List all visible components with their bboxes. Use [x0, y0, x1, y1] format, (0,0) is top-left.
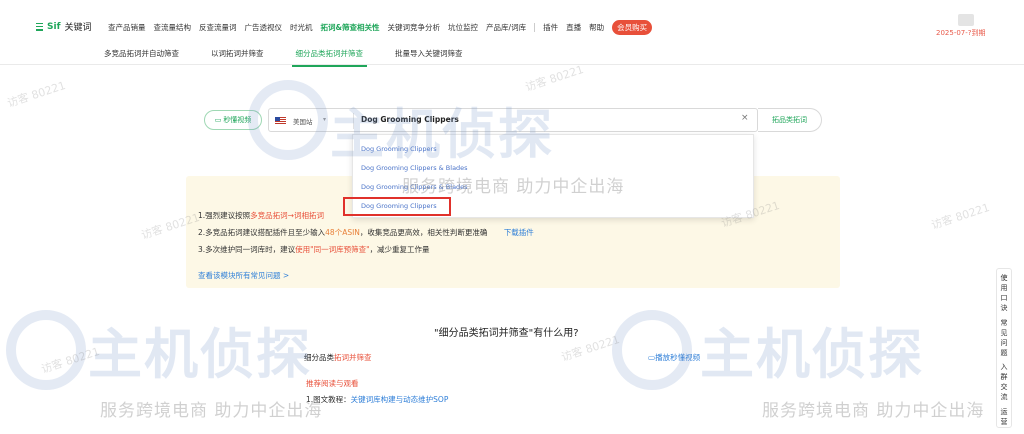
sop-prefix: 1.图文教程： — [306, 395, 351, 404]
search-box: 美国站 ▾ Dog Grooming Clippers × — [268, 108, 758, 132]
side-char: 使 — [1000, 274, 1008, 282]
nav-item-reverse-keywords[interactable]: 反查流量词 — [199, 22, 237, 33]
watermark-logo: 主机侦探 — [88, 323, 312, 386]
tip-2-highlight: 48个ASIN — [325, 228, 360, 237]
nav-item-live[interactable]: 直播 — [566, 22, 581, 33]
selection-highlight-box — [343, 197, 451, 216]
watermark-visitor: 访客 80221 — [929, 200, 992, 233]
nav-item-plugin[interactable]: 插件 — [543, 22, 558, 33]
suggestion-item[interactable]: Dog Grooming Clippers & Blades — [361, 164, 468, 172]
nav-item-traffic-structure[interactable]: 查流量结构 — [154, 22, 192, 33]
watermark-slogan: 服务跨境电商 助力中企出海 — [100, 401, 323, 421]
side-char: 流 — [1000, 393, 1008, 402]
nav-item-library[interactable]: 产品库/词库 — [486, 22, 526, 33]
nav-item-slot-monitor[interactable]: 坑位监控 — [448, 22, 478, 33]
user-menu[interactable]: 2025-07-?到期 — [936, 14, 996, 40]
side-char: 运 — [1000, 408, 1008, 417]
watermark-emblem — [6, 310, 86, 390]
side-char: 用 — [1000, 284, 1008, 292]
watermark-slogan: 服务跨境电商 助力中企出海 — [762, 401, 985, 421]
watermark-visitor: 访客 80221 — [523, 62, 586, 95]
app-logo[interactable]: Sif 关键词 — [36, 20, 92, 33]
feature-text-b: 拓词并筛查 — [334, 353, 372, 362]
category-expand-button[interactable]: 拓品类拓词 — [758, 108, 822, 132]
suggestion-item[interactable]: Dog Grooming Clippers — [361, 145, 437, 153]
watermark-logo: 主机侦探 — [700, 323, 924, 386]
chevron-down-icon[interactable]: ▾ — [323, 116, 326, 123]
nav-item-competition[interactable]: 关键词竞争分析 — [388, 22, 441, 33]
search-divider — [353, 113, 354, 129]
video-button-label: 秒懂视频 — [223, 116, 252, 124]
menu-icon — [36, 22, 43, 31]
nav-item-product-sales[interactable]: 查产品销量 — [108, 22, 146, 33]
tip-3-text-end: ，减少重复工作量 — [369, 245, 430, 254]
nav-item-keyword-expansion[interactable]: 拓词&筛查相关性 — [321, 22, 380, 33]
nav-divider — [534, 23, 536, 32]
search-input[interactable]: Dog Grooming Clippers — [361, 115, 459, 124]
tip-2-text: 2.多竞品拓词建议搭配插件且至少输入 — [198, 228, 326, 237]
site-select[interactable]: 美国站 — [293, 116, 313, 126]
side-char: 诀 — [1000, 304, 1008, 312]
download-plugin-link[interactable]: 下载插件 — [504, 228, 534, 237]
avatar[interactable] — [958, 14, 974, 26]
sop-title: 关键词库构建与动态维护SOP — [350, 395, 449, 404]
tip-1-text: 1.强烈建议按照 — [198, 211, 251, 220]
feature-text: 细分品类拓词并筛查 — [304, 352, 372, 363]
faq-link[interactable]: 查看该模块所有常见问题 > — [198, 270, 289, 281]
tip-line-1: 1.强烈建议按照多竞品拓词→词相拓词 — [198, 210, 324, 221]
play-video-link[interactable]: ▭播放秒懂视频 — [648, 352, 700, 363]
sop-link[interactable]: 1.图文教程：关键词库构建与动态维护SOP — [306, 394, 448, 405]
play-video-label: 播放秒懂视频 — [655, 353, 701, 362]
membership-expiry: 2025-07-?到期 — [936, 29, 986, 37]
page: Sif 关键词 查产品销量 查流量结构 反查流量词 广告透视仪 时光机 拓词&筛… — [0, 0, 1024, 434]
header-divider — [0, 64, 1024, 65]
nav-item-ad-insight[interactable]: 广告透视仪 — [245, 22, 283, 33]
side-char: 入 — [1000, 363, 1008, 372]
side-char: 营 — [1000, 418, 1008, 427]
tip-3-highlight: 使用"同一词库预筛查" — [295, 245, 370, 254]
watermark-visitor: 访客 80221 — [5, 78, 68, 111]
logo-text: Sif — [47, 21, 61, 32]
us-flag-icon — [275, 117, 286, 124]
section-title: "细分品类拓词并筛查"有什么用? — [434, 328, 579, 339]
logo-suffix: 关键词 — [64, 23, 92, 33]
tip-1-highlight: 多竞品拓词→词相拓词 — [250, 211, 324, 220]
side-char: 群 — [1000, 373, 1008, 382]
side-char: 交 — [1000, 383, 1008, 392]
watermark-emblem — [612, 310, 692, 390]
side-char: 题 — [1000, 348, 1008, 357]
video-button[interactable]: ▭ 秒懂视频 — [204, 110, 262, 130]
clear-icon[interactable]: × — [741, 113, 749, 123]
buy-membership-button[interactable]: 会员购买 — [612, 20, 653, 35]
recommend-heading: 推荐阅读与观看 — [306, 379, 359, 388]
watermark-visitor: 访客 80221 — [39, 344, 102, 377]
tip-3-text: 3.多次维护同一词库时，建议 — [198, 245, 296, 254]
side-char: 常 — [1000, 318, 1008, 327]
nav-item-time-machine[interactable]: 时光机 — [290, 22, 313, 33]
tip-line-3: 3.多次维护同一词库时，建议使用"同一词库预筛查"，减少重复工作量 — [198, 244, 430, 255]
side-char: 口 — [1000, 294, 1008, 302]
feature-text-a: 细分品类 — [304, 353, 334, 362]
side-float-panel[interactable]: 使 用 口 诀 常 见 问 题 入 群 交 流 运 营 — [996, 268, 1012, 428]
tip-line-2: 2.多竞品拓词建议搭配插件且至少输入48个ASIN，收集竞品更高效，相关性判断更… — [198, 227, 534, 238]
play-icon: ▭ — [214, 116, 222, 124]
tip-2-text-end: ，收集竞品更高效，相关性判断更准确 — [359, 228, 488, 237]
top-nav: 查产品销量 查流量结构 反查流量词 广告透视仪 时光机 拓词&筛查相关性 关键词… — [108, 20, 653, 35]
suggestion-item[interactable]: Dog Grooming Clippers & Blades — [361, 183, 468, 191]
nav-item-help[interactable]: 帮助 — [589, 22, 604, 33]
side-char: 见 — [1000, 328, 1008, 337]
side-char: 问 — [1000, 338, 1008, 347]
